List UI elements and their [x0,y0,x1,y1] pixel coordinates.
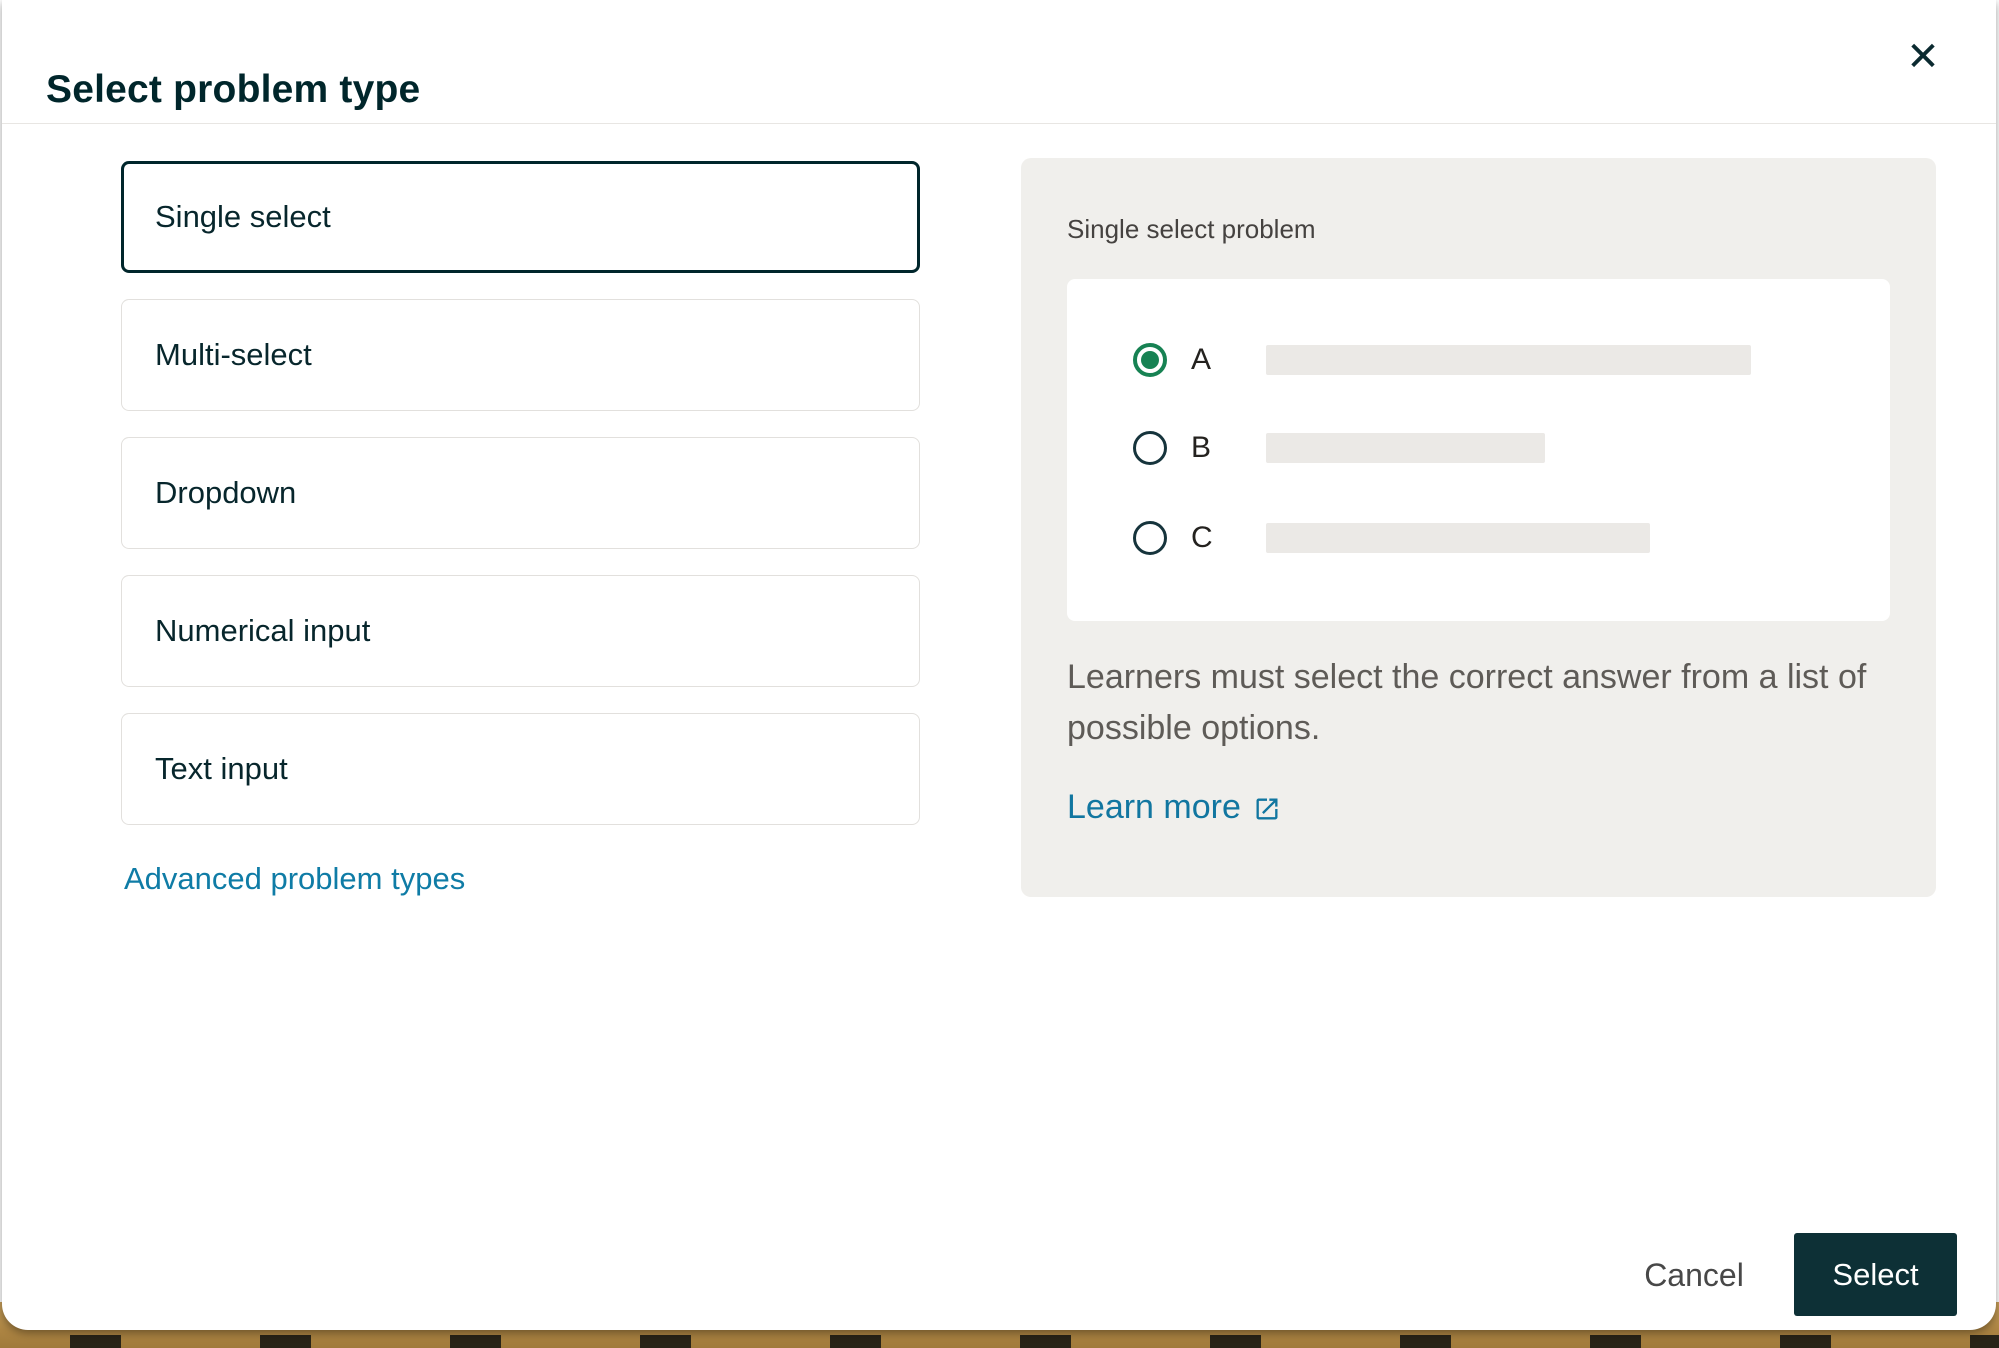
preview-answer-card: A B C [1067,279,1890,621]
problem-type-option-dropdown[interactable]: Dropdown [121,437,920,549]
underlying-page-content [0,1335,1999,1348]
close-icon[interactable]: ✕ [1892,26,1954,88]
preview-answer-row: B [1133,431,1545,465]
learn-more-link[interactable]: Learn more [1067,788,1281,827]
answer-placeholder-bar [1266,345,1751,375]
radio-unselected-icon [1133,521,1167,555]
answer-letter: C [1191,521,1266,555]
screen: Select problem type ✕ Single select Multi… [0,0,1999,1348]
dialog-title: Select problem type [46,68,420,112]
cancel-button[interactable]: Cancel [1594,1235,1794,1316]
preview-answer-row: A [1133,343,1751,377]
radio-unselected-icon [1133,431,1167,465]
external-link-icon [1253,795,1281,823]
problem-type-option-label: Numerical input [155,613,370,649]
answer-placeholder-bar [1266,523,1650,553]
problem-type-option-text-input[interactable]: Text input [121,713,920,825]
learn-more-label: Learn more [1067,788,1241,827]
preview-panel: Single select problem ABC Learners must … [1021,158,1936,897]
preview-answer-row: C [1133,521,1650,555]
problem-type-option-single-select[interactable]: Single select [121,161,920,273]
problem-type-option-multi-select[interactable]: Multi-select [121,299,920,411]
answer-letter: B [1191,431,1266,465]
problem-type-option-label: Single select [155,199,331,235]
answer-placeholder-bar [1266,433,1545,463]
answer-letter: A [1191,343,1266,377]
select-button[interactable]: Select [1794,1233,1957,1316]
header-divider [2,123,1996,124]
problem-type-option-label: Dropdown [155,475,296,511]
preview-description: Learners must select the correct answer … [1067,652,1949,754]
select-problem-type-dialog: Select problem type ✕ Single select Multi… [2,0,1996,1330]
problem-type-option-label: Multi-select [155,337,312,373]
problem-type-option-numerical-input[interactable]: Numerical input [121,575,920,687]
problem-type-list: Single select Multi-select Dropdown Numeric… [121,161,920,825]
advanced-problem-types-link[interactable]: Advanced problem types [124,861,465,897]
preview-label: Single select problem [1067,214,1316,245]
radio-selected-icon [1133,343,1167,377]
problem-type-option-label: Text input [155,751,288,787]
